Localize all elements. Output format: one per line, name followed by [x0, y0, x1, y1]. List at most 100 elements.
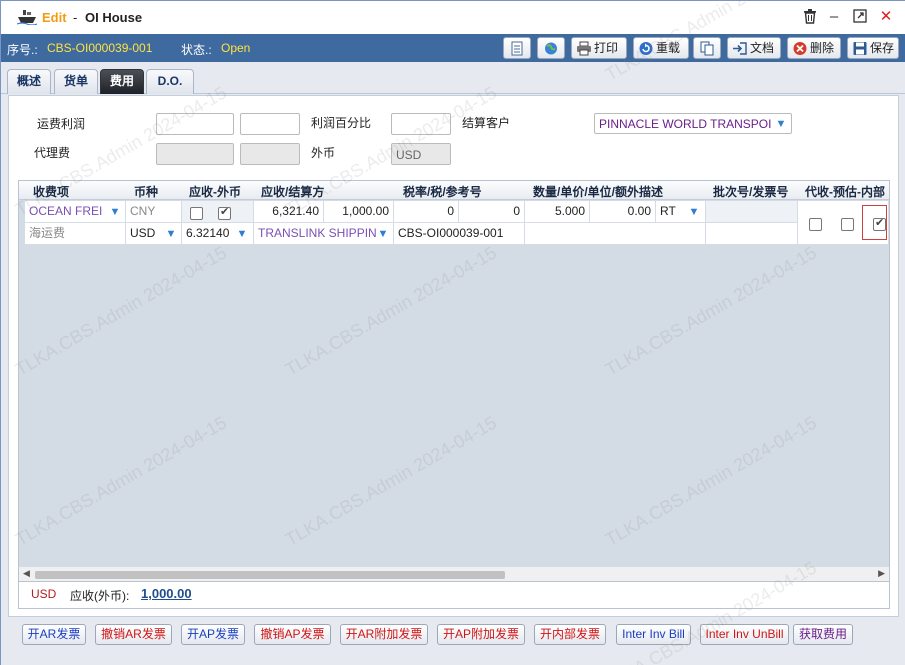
agent-fee-input-1 [156, 143, 234, 165]
settle-party-value: TRANSLINK SHIPPIN [258, 226, 377, 240]
open-ar-invoice-button[interactable]: 开AR发票 [22, 624, 86, 645]
copy-button[interactable] [693, 37, 721, 59]
serial-value: CBS-OI000039-001 [47, 41, 153, 55]
open-ap-invoice-button[interactable]: 开AP发票 [181, 624, 245, 645]
profit-pct-label: 利润百分比 [311, 116, 372, 130]
chevron-down-icon[interactable]: ▼ [106, 203, 124, 221]
currency2-value: USD [130, 226, 156, 240]
chevron-down-icon: ▼ [775, 118, 787, 130]
recv-local-checkbox[interactable] [218, 205, 231, 220]
summary-currency: USD [31, 587, 57, 601]
agent-fee-input-2 [240, 143, 300, 165]
settle-customer-select[interactable]: PINNACLE WORLD TRANSPOI ▼ [594, 113, 792, 134]
col-charge-item: 收费项 [33, 185, 70, 199]
tab-overview[interactable]: 概述 [7, 69, 51, 94]
recv-foreign-checkbox[interactable] [190, 207, 203, 220]
docs-button[interactable]: 文档 [727, 37, 781, 59]
chevron-down-icon[interactable]: ▼ [233, 225, 251, 243]
open-ar-extra-invoice-button[interactable]: 开AR附加发票 [340, 624, 428, 645]
reload-button[interactable]: 重载 [633, 37, 689, 59]
status-label: 状态.: [181, 43, 212, 57]
grid-header: 收费项 币种 应收-外币 应收/结算方 税率/税/参考号 数量/单价/单位/额外… [19, 181, 889, 200]
col-recv-foreign: 应收-外币 [189, 185, 241, 199]
open-internal-invoice-button[interactable]: 开内部发票 [534, 624, 606, 645]
col-quantity: 数量/单价/单位/额外描述 [533, 185, 664, 199]
col-batch: 批次号/发票号 [713, 185, 789, 199]
freight-profit-label: 运费利润 [37, 117, 86, 131]
save-label: 保存 [870, 41, 895, 55]
print-button[interactable]: 打印 [571, 37, 627, 59]
freight-profit-input-1[interactable] [156, 113, 234, 135]
minimize-icon[interactable]: – [826, 9, 842, 25]
unit-value: RT [660, 204, 676, 218]
settle-party-cell[interactable]: TRANSLINK SHIPPIN [254, 223, 394, 245]
charge-desc-cell: 海运费 [25, 223, 126, 245]
close-icon[interactable]: ✕ [878, 9, 894, 25]
scroll-right-icon[interactable]: ▶ [878, 568, 885, 579]
cancel-ar-invoice-button[interactable]: 撤销AR发票 [95, 624, 172, 645]
chevron-down-icon[interactable]: ▼ [374, 225, 392, 243]
unit-price-cell[interactable]: 0.00 [590, 201, 656, 223]
col-flags: 代收-预估-内部 [805, 185, 885, 199]
freight-profit-input-2[interactable] [240, 113, 300, 135]
window-mode: Edit [42, 10, 67, 25]
charges-grid: 收费项 币种 应收-外币 应收/结算方 税率/税/参考号 数量/单价/单位/额外… [18, 180, 890, 582]
tax-cell[interactable]: 0 [459, 201, 525, 223]
globe-button[interactable] [537, 37, 565, 59]
import-icon [733, 42, 747, 55]
title-separator: - [73, 10, 78, 25]
title-bar: Edit - OI House – ✕ [1, 1, 905, 34]
estimate-checkbox[interactable] [841, 218, 854, 231]
save-icon [853, 42, 867, 55]
extra-desc-cell[interactable] [525, 223, 706, 245]
printer-icon [577, 41, 591, 56]
quantity-cell[interactable]: 5.000 [525, 201, 590, 223]
globe-icon [545, 42, 557, 55]
tab-charges[interactable]: 费用 [100, 69, 144, 94]
ref-no-cell[interactable]: CBS-OI000039-001 [394, 223, 525, 245]
chevron-down-icon[interactable]: ▼ [162, 225, 180, 243]
save-button[interactable]: 保存 [847, 37, 899, 59]
settle-customer-value: PINNACLE WORLD TRANSPOI [599, 117, 772, 131]
scroll-thumb[interactable] [35, 571, 505, 579]
batch-cell [706, 201, 798, 223]
scroll-left-icon[interactable]: ◀ [23, 568, 30, 579]
delete-button[interactable]: 删除 [787, 37, 841, 59]
horizontal-scrollbar[interactable]: ◀ ▶ [19, 567, 889, 581]
tab-do[interactable]: D.O. [146, 69, 194, 94]
foreign-currency-input: USD [391, 143, 451, 165]
inter-inv-unbill-button[interactable]: Inter Inv UnBill [700, 624, 789, 645]
document-icon [511, 41, 523, 56]
delete-icon [793, 42, 807, 55]
reload-label: 重载 [656, 41, 681, 55]
maximize-icon[interactable] [852, 9, 868, 25]
tax-rate-cell[interactable]: 0 [394, 201, 459, 223]
open-ap-extra-invoice-button[interactable]: 开AP附加发票 [437, 624, 525, 645]
tab-bar: 概述 货单 费用 D.O. [1, 62, 905, 94]
status-value: Open [221, 41, 251, 55]
inter-inv-bill-button[interactable]: Inter Inv Bill [616, 624, 691, 645]
info-bar: 序号.: CBS-OI000039-001 状态.: Open 打印 重载 文档… [1, 34, 905, 62]
settle-customer-label: 结算客户 [462, 116, 511, 130]
print-label: 打印 [594, 41, 619, 55]
foreign-currency-label: 外币 [311, 146, 336, 160]
amount-foreign-cell[interactable]: 1,000.00 [324, 201, 394, 223]
cancel-ap-invoice-button[interactable]: 撤销AP发票 [254, 624, 331, 645]
docs-label: 文档 [750, 41, 775, 55]
get-charges-button[interactable]: 获取费用 [793, 624, 853, 645]
tab-cargo[interactable]: 货单 [54, 69, 98, 94]
amount-local-cell[interactable]: 6,321.40 [254, 201, 324, 223]
serial-label: 序号.: [7, 43, 38, 57]
copy-icon [700, 41, 714, 56]
summary-value[interactable]: 1,000.00 [141, 586, 192, 601]
trash-icon[interactable] [802, 9, 818, 25]
rate-value: 6.32140 [186, 226, 230, 240]
delete-label: 删除 [810, 41, 835, 55]
profit-pct-input[interactable] [391, 113, 451, 135]
collect-checkbox[interactable] [809, 218, 822, 231]
internal-checkbox[interactable] [873, 216, 886, 231]
window-title: OI House [85, 10, 143, 25]
agent-fee-label: 代理费 [34, 146, 71, 160]
chevron-down-icon[interactable]: ▼ [685, 203, 703, 221]
document-button[interactable] [503, 37, 531, 59]
